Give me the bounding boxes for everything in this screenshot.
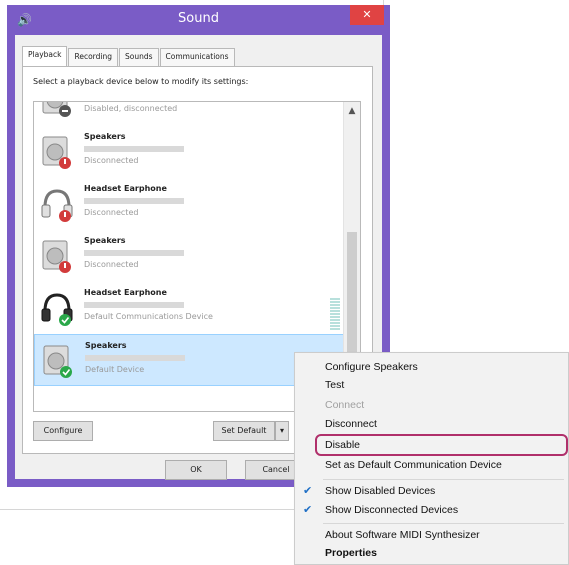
speaker-device-icon <box>43 345 72 378</box>
device-item[interactable]: Headset Earphone Disconnected <box>34 178 344 230</box>
close-button[interactable]: ✕ <box>350 5 384 25</box>
device-model-redacted <box>84 146 184 152</box>
menu-separator <box>323 479 564 480</box>
device-status: Disconnected <box>84 208 139 217</box>
window-title: Sound <box>178 11 219 26</box>
instruction-text: Select a playback device below to modify… <box>33 77 249 86</box>
configure-button[interactable]: Configure <box>33 421 93 441</box>
set-default-dropdown-button[interactable]: ▾ <box>275 421 289 441</box>
device-name: Headset Earphone <box>84 184 167 193</box>
device-status: Default Device <box>85 365 145 374</box>
menu-item-configure-speakers[interactable]: Configure Speakers <box>325 361 418 373</box>
title-bar[interactable]: 🔊 Sound ✕ <box>7 5 390 35</box>
menu-item-set-default-communication[interactable]: Set as Default Communication Device <box>325 459 502 471</box>
scroll-up-icon[interactable]: ▲ <box>344 106 360 116</box>
menu-item-about-midi[interactable]: About Software MIDI Synthesizer <box>325 529 480 541</box>
speaker-device-icon <box>42 240 71 273</box>
tab-strip: Playback Recording Sounds Communications <box>22 46 236 66</box>
headset-device-icon <box>41 293 73 326</box>
device-name: Speakers <box>84 132 126 141</box>
menu-separator <box>323 523 564 524</box>
tab-recording[interactable]: Recording <box>68 48 118 66</box>
device-item[interactable]: Speakers Disconnected <box>34 126 344 178</box>
ok-button[interactable]: OK <box>165 460 227 480</box>
check-icon: ✔ <box>303 484 313 497</box>
menu-item-properties[interactable]: Properties <box>325 547 377 559</box>
device-model-redacted <box>84 302 184 308</box>
menu-item-connect: Connect <box>325 399 365 411</box>
speaker-device-icon <box>42 136 71 169</box>
device-item[interactable]: Disabled, disconnected <box>34 102 344 126</box>
volume-level-meter <box>330 298 340 330</box>
device-item[interactable]: Headset Earphone Default Communications … <box>34 282 344 334</box>
device-name: Speakers <box>85 341 127 350</box>
device-name: Speakers <box>84 236 126 245</box>
device-model-redacted <box>84 250 184 256</box>
tab-communications[interactable]: Communications <box>159 48 235 66</box>
disable-highlight-ring <box>315 434 568 456</box>
device-model-redacted <box>85 355 185 361</box>
check-icon: ✔ <box>303 503 313 516</box>
set-default-button[interactable]: Set Default <box>213 421 275 441</box>
tab-sounds[interactable]: Sounds <box>118 48 159 66</box>
device-name: Headset Earphone <box>84 288 167 297</box>
headset-device-icon <box>41 189 73 222</box>
menu-item-show-disconnected[interactable]: Show Disconnected Devices <box>325 504 458 516</box>
menu-item-disconnect[interactable]: Disconnect <box>325 418 377 430</box>
device-status: Disconnected <box>84 156 139 165</box>
menu-item-test[interactable]: Test <box>325 379 344 391</box>
device-status: Default Communications Device <box>84 312 213 321</box>
device-status: Disabled, disconnected <box>84 104 178 113</box>
device-status: Disconnected <box>84 260 139 269</box>
menu-item-show-disabled[interactable]: Show Disabled Devices <box>325 485 435 497</box>
context-menu: Configure Speakers Test Connect Disconne… <box>294 352 569 565</box>
device-model-redacted <box>84 198 184 204</box>
device-item[interactable]: Speakers Disconnected <box>34 230 344 282</box>
speaker-device-icon <box>42 102 71 117</box>
tab-playback[interactable]: Playback <box>22 46 68 66</box>
